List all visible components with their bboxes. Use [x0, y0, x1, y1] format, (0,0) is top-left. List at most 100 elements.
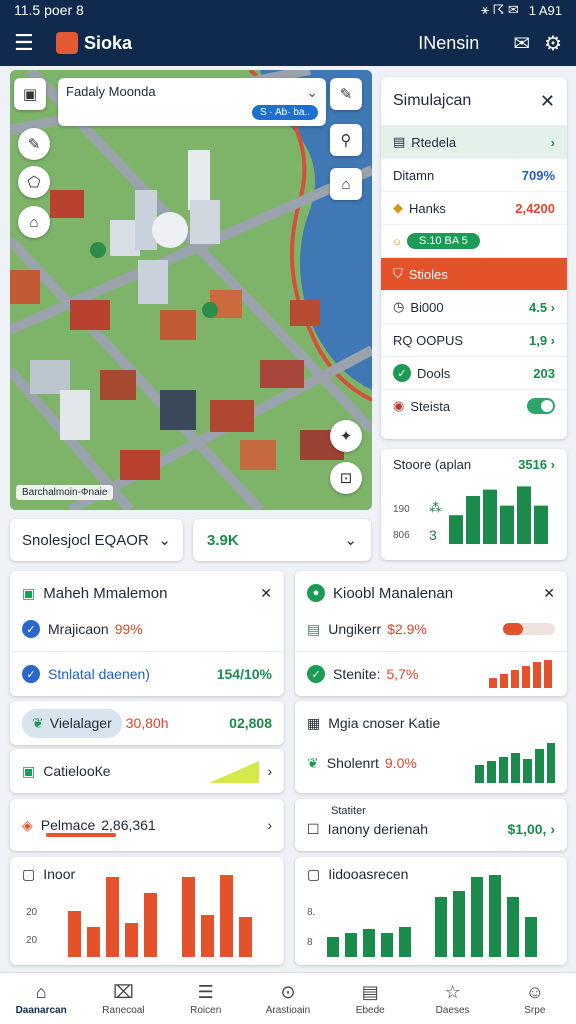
home-icon[interactable]: ⌂: [330, 168, 362, 200]
sim-row-3[interactable]: ○ S.10 BA 5: [381, 224, 567, 257]
left-row-3-card[interactable]: ▣ CatielooКe ›: [10, 749, 284, 793]
nav-item-5[interactable]: ☆ Daeses: [411, 973, 493, 1024]
store-bar: [449, 515, 463, 544]
nav-item-2[interactable]: ☰ Roicen: [165, 973, 247, 1024]
nav-item-6[interactable]: ☺ Srpe: [494, 973, 576, 1024]
sim-row-0[interactable]: ▤ Rtedela ›: [381, 125, 567, 158]
left-row-4-value: 2,86,361: [101, 817, 156, 833]
toggle-switch[interactable]: [527, 398, 555, 414]
sim-row-value: 1,9 ›: [528, 332, 555, 348]
right-sub[interactable]: ▤ Ungikerr $2.9%: [295, 607, 567, 651]
store-bar: [517, 486, 531, 544]
chart-bar: [327, 937, 339, 957]
simulation-title: Simulajcan: [393, 92, 472, 109]
nav-label: Roicen: [190, 1004, 222, 1016]
gear-icon[interactable]: ⚙: [544, 31, 562, 56]
chevron-right-icon: ›: [267, 763, 272, 779]
right-bar-chart: 8. 8: [307, 875, 537, 957]
map-layer-icon[interactable]: ▣: [14, 78, 46, 110]
chart-bar: [106, 877, 119, 957]
edit-icon[interactable]: ✎: [18, 128, 50, 160]
close-icon[interactable]: ⌄: [306, 84, 318, 101]
sim-row-2[interactable]: ◆ Hanks 2,4200: [381, 191, 567, 224]
nav-label: Daanarcan: [15, 1004, 67, 1016]
sim-row-label: Rtedela: [411, 134, 457, 150]
target-icon: ⊙: [280, 981, 296, 1002]
close-icon[interactable]: ✕: [540, 91, 555, 112]
clock-icon: ◷: [393, 299, 405, 314]
right-row-2: ▦ Mgia cnoser Katie: [295, 701, 567, 745]
building-icon[interactable]: ⌂: [18, 206, 50, 238]
right-sub-progress: [503, 623, 555, 635]
sim-row-value: 2,4200: [515, 200, 555, 216]
doc-icon: ▤: [393, 134, 406, 149]
map-search-box[interactable]: Fadaly Moonda ⌄ S · Ab· ba..: [58, 78, 326, 126]
scenario-dropdown-label: Snolesjocl EQAOR: [22, 531, 149, 549]
left-row-2-card[interactable]: ❦ Vielalager 30,80h 02,808: [10, 701, 284, 745]
nav-item-4[interactable]: ▤ Ebede: [329, 973, 411, 1024]
menu-icon[interactable]: ☰: [14, 30, 44, 56]
left-row-2-mid: 30,80h: [125, 715, 169, 731]
chevron-down-icon: ⌄: [158, 532, 171, 549]
close-icon[interactable]: ✕: [543, 585, 555, 602]
right-row-1[interactable]: ✓ Stenite: 5,7%: [295, 652, 567, 696]
sim-row-6[interactable]: RQ OOPUS 1,9 ›: [381, 323, 567, 356]
check-icon: ✓: [22, 620, 40, 638]
chart-bar: [125, 923, 138, 957]
chevron-down-icon: ⌄: [344, 532, 357, 549]
sim-row-label: Stioles: [408, 266, 448, 282]
left-chart-card: ▢ Inoor 20 20: [10, 857, 284, 965]
left-sub[interactable]: ✓ Mrajicaon 99%: [10, 607, 284, 651]
left-row-1[interactable]: ✓ Stnlatal daenen) 154/10%: [10, 652, 284, 696]
sim-row-value: 709%: [521, 167, 555, 183]
left-tick-0: 20: [26, 907, 38, 918]
value-dropdown-label: 3.9K: [207, 531, 239, 549]
chat-icon[interactable]: ✉: [513, 31, 530, 56]
home-icon: ⌂: [35, 981, 47, 1002]
sim-row-label: RQ OOPUS: [393, 332, 464, 348]
tool-icon[interactable]: ✦: [330, 420, 362, 452]
sim-row-label: Steista: [410, 398, 451, 414]
sim-row-4[interactable]: ⛉ Stioles: [381, 257, 567, 290]
lock-icon[interactable]: ⊡: [330, 462, 362, 494]
sim-row-1[interactable]: Ditamn 709%: [381, 158, 567, 191]
map-search-pill[interactable]: S · Ab· ba..: [251, 105, 318, 120]
left-row-4-card[interactable]: ◈ Pelmace 2,86,361 ›: [10, 799, 284, 851]
scenario-dropdown[interactable]: Snolesjocl EQAOR ⌄: [10, 519, 183, 561]
right-row-4-card[interactable]: Statiter ☐ Ianony derienah $1,00, ›: [295, 799, 567, 851]
bottom-nav: ⌂ Daanarcan ⌧ Ranecoal ☰ Roicen ⊙ Arastioain…: [0, 972, 576, 1024]
user-name[interactable]: INensin: [418, 33, 479, 54]
left-row-2-chip[interactable]: ❦ Vielalager: [22, 708, 122, 738]
map-search-title: Fadaly Moonda: [66, 84, 156, 99]
sim-row-8[interactable]: ◉ Steista: [381, 389, 567, 422]
checkbox-icon[interactable]: ☐: [307, 821, 320, 838]
pen-icon[interactable]: ✎: [330, 78, 362, 110]
value-dropdown[interactable]: 3.9K ⌄: [193, 519, 371, 561]
sim-row-7[interactable]: ✓ Dools 203: [381, 356, 567, 389]
nav-item-0[interactable]: ⌂ Daanarcan: [0, 973, 82, 1024]
right-row-4: ☐ Ianony derienah $1,00, ›: [295, 807, 567, 851]
store-value[interactable]: 3516 ›: [518, 457, 555, 472]
shape-icon[interactable]: ⬠: [18, 166, 50, 198]
store-bar: [500, 505, 514, 544]
leaf-icon: ❦: [307, 754, 319, 771]
ring-icon: ○: [393, 233, 401, 249]
document-icon: ▤: [361, 981, 379, 1002]
star-icon: ☆: [444, 981, 461, 1002]
city-map[interactable]: ▣ Fadaly Moonda ⌄ S · Ab· ba.. ✎ ⬠ ⌂ ✎ ⚲…: [10, 70, 372, 510]
sim-row-5[interactable]: ◷ Bi000 4.5 ›: [381, 290, 567, 323]
sim-row-pill[interactable]: S.10 BA 5: [406, 233, 480, 249]
nav-item-3[interactable]: ⊙ Arastioain: [247, 973, 329, 1024]
map-graphic: [10, 70, 372, 510]
store-bar: [483, 489, 497, 544]
close-icon[interactable]: ✕: [260, 585, 272, 602]
left-row-4-progress: [46, 833, 116, 837]
nav-label: Daeses: [435, 1004, 470, 1016]
pin-icon[interactable]: ⚲: [330, 124, 362, 156]
right-row-2-card[interactable]: ▦ Mgia cnoser Katie ❦ Sholenrt 9.0%: [295, 701, 567, 793]
store-tick-0: 190: [393, 504, 410, 515]
chart-bar: [489, 875, 501, 957]
nav-item-1[interactable]: ⌧ Ranecoal: [82, 973, 164, 1024]
app-logo: [56, 32, 78, 54]
chart-bar: [453, 891, 465, 957]
